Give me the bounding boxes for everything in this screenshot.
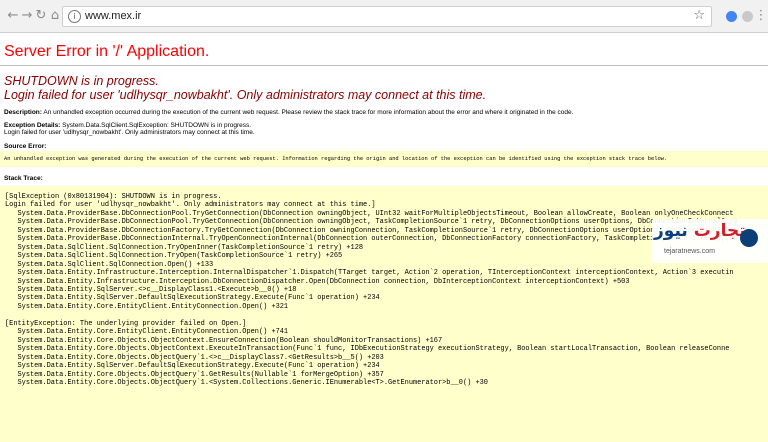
exception-details-block: Exception Details: System.Data.SqlClient… bbox=[4, 122, 251, 129]
info-icon[interactable]: i bbox=[68, 10, 81, 23]
title-divider bbox=[0, 65, 768, 66]
menu-icon[interactable]: ⋮ bbox=[754, 9, 768, 23]
reload-icon[interactable]: ↻ bbox=[34, 9, 48, 23]
stack-trace-text: [SqlException (0x80131904): SHUTDOWN is … bbox=[5, 193, 738, 387]
source-error-box: An unhandled exception was generated dur… bbox=[0, 151, 768, 167]
watermark-title: تجارت نیوز bbox=[654, 221, 746, 241]
exception-line1: System.Data.SqlClient.SqlException: SHUT… bbox=[62, 122, 252, 129]
browser-toolbar: ← → ↻ ⌂ i www.mex.ir ☆ ⋮ bbox=[0, 0, 768, 33]
watermark-blue-text: نیوز bbox=[654, 221, 688, 241]
description-text: An unhandled exception occurred during t… bbox=[43, 109, 574, 116]
star-icon[interactable]: ☆ bbox=[693, 8, 705, 23]
source-error-text: An unhandled exception was generated dur… bbox=[4, 156, 668, 162]
stack-trace-label: Stack Trace: bbox=[4, 175, 43, 182]
description-block: Description: An unhandled exception occu… bbox=[4, 109, 573, 116]
source-error-label: Source Error: bbox=[4, 143, 47, 150]
exception-label: Exception Details: bbox=[4, 122, 61, 129]
extension-icon[interactable] bbox=[742, 11, 753, 22]
extension-icon[interactable] bbox=[726, 11, 737, 22]
address-bar[interactable]: i www.mex.ir ☆ bbox=[62, 6, 712, 27]
page-title: Server Error in '/' Application. bbox=[4, 43, 210, 60]
watermark-subtitle: tejaratnews.com bbox=[664, 248, 715, 255]
description-label: Description: bbox=[4, 109, 42, 116]
home-icon[interactable]: ⌂ bbox=[48, 9, 62, 23]
logo-mark-icon bbox=[740, 229, 758, 247]
url-text[interactable]: www.mex.ir bbox=[85, 10, 141, 22]
watermark-red-text: تجارت bbox=[693, 221, 746, 241]
forward-arrow-icon[interactable]: → bbox=[20, 9, 34, 23]
exception-line2: Login failed for user 'udlhysqr_nowbakht… bbox=[4, 129, 255, 136]
error-heading-line1: SHUTDOWN is in progress. bbox=[4, 74, 159, 88]
error-heading-line2: Login failed for user 'udlhysqr_nowbakht… bbox=[4, 88, 487, 102]
back-arrow-icon[interactable]: ← bbox=[6, 9, 20, 23]
watermark-logo: تجارت نیوز tejaratnews.com bbox=[652, 219, 768, 263]
